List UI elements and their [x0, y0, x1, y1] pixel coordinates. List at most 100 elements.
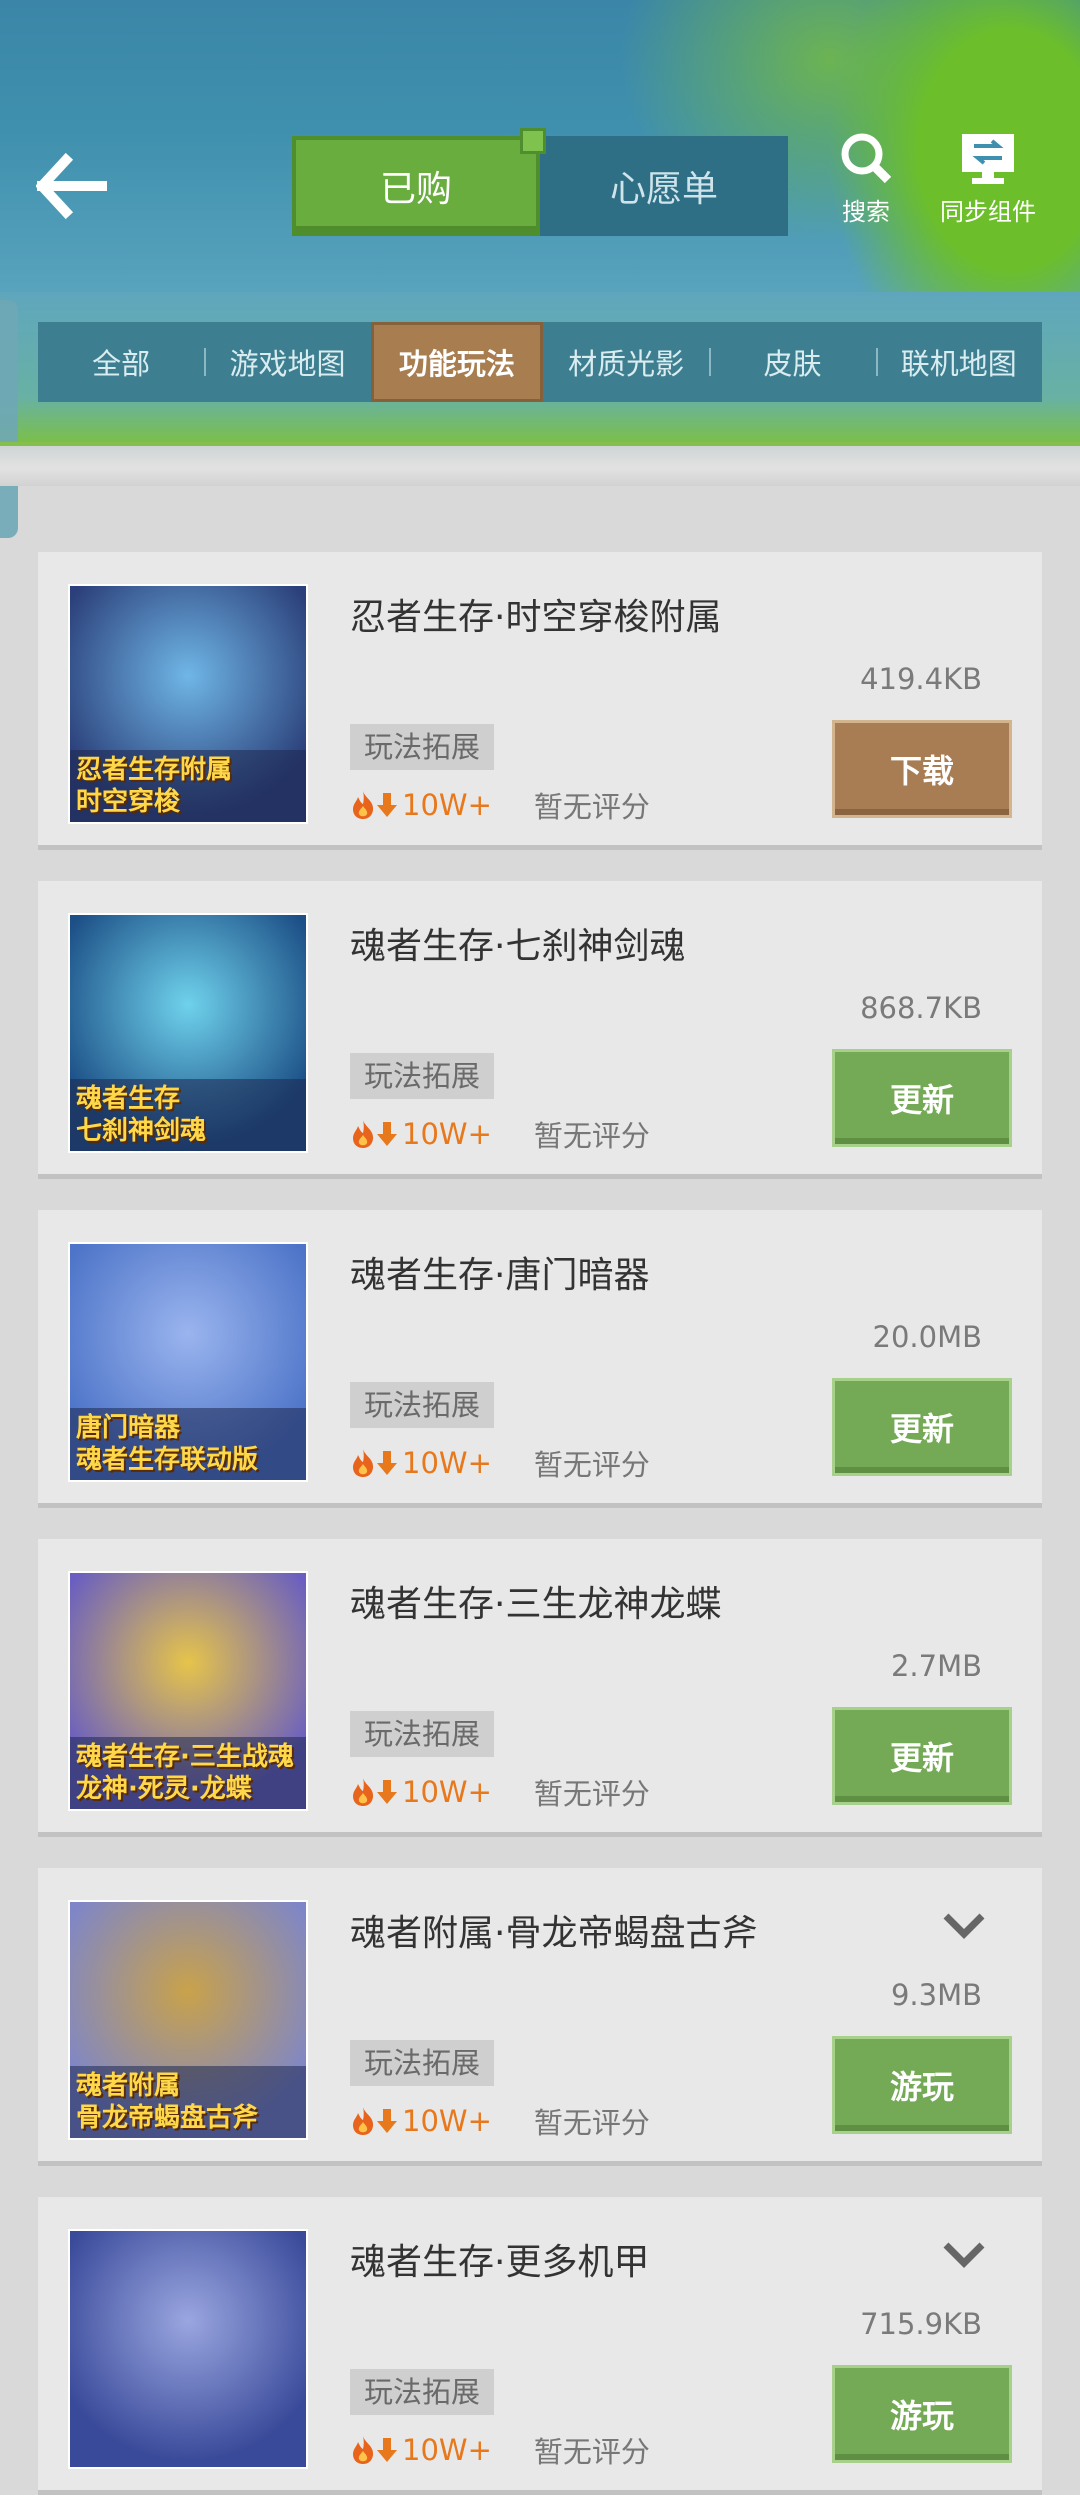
- item-heat: 10W+: [402, 2104, 492, 2138]
- search-label: 搜索: [842, 198, 890, 226]
- category-gameplay[interactable]: 功能玩法: [370, 322, 543, 402]
- item-title[interactable]: 忍者生存·时空穿梭附属: [350, 588, 721, 640]
- item-rating: 暂无评分: [533, 2435, 650, 2469]
- item-thumbnail[interactable]: 魂者生存 七刹神剑魂: [68, 913, 308, 1153]
- sync-monitor-icon: [962, 134, 1014, 184]
- fire-icon: [353, 2107, 374, 2135]
- item-stats: 10W+ 暂无评分: [350, 2429, 650, 2471]
- thumbnail-caption-line: 龙神·死灵·龙蝶: [76, 1774, 252, 1804]
- down-arrow-icon: [377, 793, 397, 817]
- item-thumbnail[interactable]: 忍者生存附属 时空穿梭: [68, 584, 308, 824]
- item-title[interactable]: 魂者生存·七刹神剑魂: [350, 917, 685, 969]
- thumbnail-caption-line: 魂者生存·三生战魂: [76, 1742, 294, 1772]
- header-divider: [0, 442, 1080, 486]
- thumbnail-caption: 忍者生存附属 时空穿梭: [70, 750, 306, 822]
- thumbnail-caption-line: 魂者生存: [76, 1084, 181, 1114]
- list-item[interactable]: 忍者生存附属 时空穿梭 忍者生存·时空穿梭附属 419.4KB 玩法拓展 10W+…: [38, 552, 1042, 850]
- item-rating: 暂无评分: [533, 790, 650, 824]
- item-stats: 10W+ 暂无评分: [350, 1113, 650, 1155]
- down-arrow-icon: [377, 1451, 397, 1475]
- item-title[interactable]: 魂者生存·唐门暗器: [350, 1246, 649, 1298]
- item-size: 419.4KB: [860, 662, 982, 696]
- item-tag: 玩法拓展: [350, 724, 495, 770]
- item-rating: 暂无评分: [533, 1448, 650, 1482]
- search-button[interactable]: 搜索: [838, 130, 894, 227]
- category-skins[interactable]: 皮肤: [709, 322, 875, 402]
- back-button[interactable]: [35, 150, 108, 222]
- item-thumbnail[interactable]: [68, 2229, 308, 2469]
- item-size: 2.7MB: [890, 1649, 982, 1683]
- item-rating: 暂无评分: [533, 1777, 650, 1811]
- item-thumbnail[interactable]: 魂者附属 骨龙帝蝎盘古斧: [68, 1900, 308, 2140]
- item-thumbnail[interactable]: 魂者生存·三生战魂 龙神·死灵·龙蝶: [68, 1571, 308, 1811]
- down-arrow-icon: [377, 1780, 397, 1804]
- side-drawer-handle[interactable]: [0, 300, 18, 538]
- item-tag: 玩法拓展: [350, 1711, 495, 1757]
- thumbnail-caption-line: 时空穿梭: [76, 787, 181, 817]
- item-title[interactable]: 魂者生存·三生龙神龙蝶: [350, 1575, 721, 1627]
- tab-corner-decoration: [520, 128, 546, 154]
- item-heat: 10W+: [402, 1117, 492, 1151]
- chevron-down-icon[interactable]: [942, 1910, 986, 1940]
- item-tag: 玩法拓展: [350, 1053, 495, 1099]
- fire-icon: [353, 791, 374, 819]
- list-item[interactable]: 魂者生存·更多机甲 715.9KB 玩法拓展 10W+ 暂无评分 游玩: [38, 2197, 1042, 2495]
- item-heat: 10W+: [402, 2433, 492, 2467]
- item-action-button[interactable]: 更新: [832, 1378, 1012, 1476]
- item-size: 715.9KB: [860, 2307, 982, 2341]
- item-rating: 暂无评分: [533, 1119, 650, 1153]
- list-item[interactable]: 魂者生存 七刹神剑魂 魂者生存·七刹神剑魂 868.7KB 玩法拓展 10W+ 暂…: [38, 881, 1042, 1179]
- item-tag: 玩法拓展: [350, 1382, 495, 1428]
- item-thumbnail[interactable]: 唐门暗器 魂者生存联动版: [68, 1242, 308, 1482]
- thumbnail-caption-line: 忍者生存附属: [76, 755, 233, 785]
- item-title[interactable]: 魂者附属·骨龙帝蝎盘古斧: [350, 1904, 757, 1956]
- item-stats: 10W+ 暂无评分: [350, 1442, 650, 1484]
- down-arrow-icon: [377, 2109, 397, 2133]
- category-tabs: 全部 游戏地图 功能玩法 材质光影 皮肤 联机地图: [38, 322, 1042, 402]
- item-tag: 玩法拓展: [350, 2369, 495, 2415]
- thumbnail-caption-line: 七刹神剑魂: [76, 1116, 207, 1146]
- item-action-button[interactable]: 下载: [832, 720, 1012, 818]
- thumbnail-caption: 唐门暗器 魂者生存联动版: [70, 1408, 306, 1480]
- fire-icon: [353, 1778, 374, 1806]
- down-arrow-icon: [377, 1122, 397, 1146]
- category-textures-shaders[interactable]: 材质光影: [543, 322, 709, 402]
- thumbnail-caption-line: 骨龙帝蝎盘古斧: [76, 2103, 259, 2133]
- thumbnail-caption-line: 魂者附属: [76, 2071, 181, 2101]
- category-multiplayer-maps[interactable]: 联机地图: [875, 322, 1042, 402]
- thumbnail-caption: 魂者生存 七刹神剑魂: [70, 1079, 306, 1151]
- item-tag: 玩法拓展: [350, 2040, 495, 2086]
- item-action-button[interactable]: 更新: [832, 1049, 1012, 1147]
- sync-components-button[interactable]: 同步组件: [940, 130, 1036, 227]
- tab-wishlist[interactable]: 心愿单: [540, 136, 788, 236]
- header-banner: 已购 心愿单 搜索 同步组件: [0, 0, 1080, 292]
- category-all[interactable]: 全部: [38, 322, 204, 402]
- list-item[interactable]: 唐门暗器 魂者生存联动版 魂者生存·唐门暗器 20.0MB 玩法拓展 10W+ 暂…: [38, 1210, 1042, 1508]
- item-stats: 10W+ 暂无评分: [350, 2100, 650, 2142]
- thumbnail-caption-line: 唐门暗器: [76, 1413, 181, 1443]
- down-arrow-icon: [377, 2438, 397, 2462]
- item-title[interactable]: 魂者生存·更多机甲: [350, 2233, 649, 2285]
- list-item[interactable]: 魂者附属 骨龙帝蝎盘古斧 魂者附属·骨龙帝蝎盘古斧 9.3MB 玩法拓展 10W+…: [38, 1868, 1042, 2166]
- item-heat: 10W+: [402, 788, 492, 822]
- item-action-button[interactable]: 游玩: [832, 2036, 1012, 2134]
- item-heat: 10W+: [402, 1446, 492, 1480]
- item-size: 9.3MB: [890, 1978, 982, 2012]
- tab-purchased[interactable]: 已购: [292, 136, 540, 236]
- item-stats: 10W+ 暂无评分: [350, 784, 650, 826]
- thumbnail-caption-line: 魂者生存联动版: [76, 1445, 259, 1475]
- item-action-button[interactable]: 游玩: [832, 2365, 1012, 2463]
- item-heat: 10W+: [402, 1775, 492, 1809]
- item-size: 868.7KB: [860, 991, 982, 1025]
- category-game-maps[interactable]: 游戏地图: [204, 322, 370, 402]
- sync-label: 同步组件: [940, 198, 1036, 226]
- chevron-down-icon[interactable]: [942, 2239, 986, 2269]
- search-icon: [841, 133, 892, 184]
- item-stats: 10W+ 暂无评分: [350, 1771, 650, 1813]
- fire-icon: [353, 1120, 374, 1148]
- list-item[interactable]: 魂者生存·三生战魂 龙神·死灵·龙蝶 魂者生存·三生龙神龙蝶 2.7MB 玩法拓展…: [38, 1539, 1042, 1837]
- item-action-button[interactable]: 更新: [832, 1707, 1012, 1805]
- fire-icon: [353, 1449, 374, 1477]
- thumbnail-caption: 魂者生存·三生战魂 龙神·死灵·龙蝶: [70, 1737, 306, 1809]
- item-size: 20.0MB: [872, 1320, 983, 1354]
